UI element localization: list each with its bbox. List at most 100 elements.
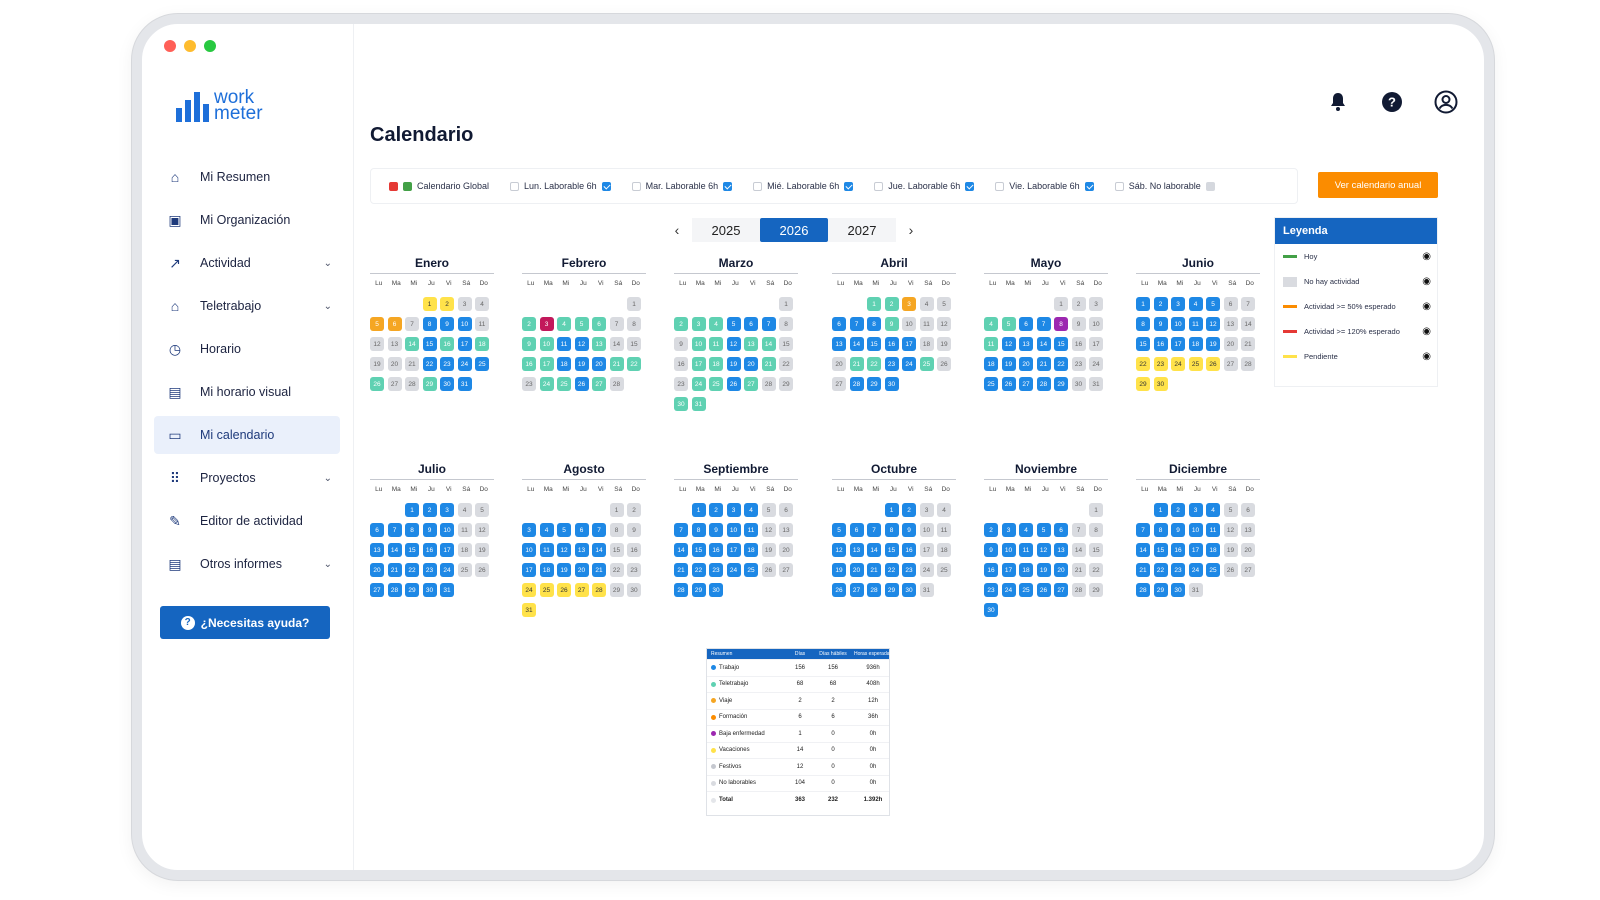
day-cell[interactable]: 14 (592, 543, 606, 557)
day-cell[interactable]: 4 (709, 317, 723, 331)
day-cell[interactable]: 14 (405, 337, 419, 351)
day-cell[interactable]: 7 (1036, 317, 1051, 331)
day-cell[interactable]: 26 (1036, 583, 1051, 597)
day-cell[interactable]: 20 (370, 563, 384, 577)
day-cell[interactable]: 31 (457, 377, 472, 391)
day-cell[interactable]: 4 (984, 317, 998, 331)
day-cell[interactable]: 1 (884, 503, 899, 517)
day-cell[interactable]: 21 (849, 357, 864, 371)
day-cell[interactable]: 14 (849, 337, 864, 351)
day-cell[interactable]: 17 (902, 337, 916, 351)
day-cell[interactable]: 26 (1206, 357, 1220, 371)
day-cell[interactable]: 22 (1054, 357, 1068, 371)
day-cell[interactable]: 7 (405, 317, 419, 331)
day-cell[interactable]: 13 (1223, 317, 1238, 331)
day-cell[interactable]: 29 (867, 377, 881, 391)
day-cell[interactable]: 11 (539, 543, 554, 557)
day-cell[interactable]: 1 (1089, 503, 1103, 517)
day-cell[interactable]: 30 (674, 397, 688, 411)
day-cell[interactable]: 23 (1153, 357, 1168, 371)
filter-item[interactable]: Sáb. No laborable (1114, 181, 1215, 191)
day-cell[interactable]: 25 (744, 563, 758, 577)
day-cell[interactable]: 21 (674, 563, 688, 577)
day-cell[interactable]: 4 (557, 317, 571, 331)
day-cell[interactable]: 7 (592, 523, 606, 537)
day-cell[interactable]: 18 (919, 337, 934, 351)
day-cell[interactable]: 17 (1171, 337, 1185, 351)
day-cell[interactable]: 18 (1188, 337, 1203, 351)
day-cell[interactable]: 3 (919, 503, 934, 517)
day-cell[interactable]: 15 (1136, 337, 1150, 351)
filter-checkbox[interactable] (631, 181, 641, 191)
day-cell[interactable]: 9 (984, 543, 998, 557)
day-cell[interactable]: 10 (1188, 523, 1203, 537)
day-cell[interactable]: 6 (849, 523, 864, 537)
sidebar-item-otros-informes[interactable]: ▤ Otros informes ⌄ (154, 545, 340, 583)
day-cell[interactable]: 29 (405, 583, 419, 597)
filter-checkbox[interactable] (1114, 181, 1124, 191)
day-cell[interactable]: 31 (1089, 377, 1103, 391)
day-cell[interactable]: 3 (457, 297, 472, 311)
day-cell[interactable]: 1 (609, 503, 624, 517)
day-cell[interactable]: 7 (1241, 297, 1255, 311)
day-cell[interactable]: 13 (574, 543, 589, 557)
day-cell[interactable]: 26 (832, 583, 846, 597)
day-cell[interactable]: 1 (779, 297, 793, 311)
checked-checkbox[interactable] (601, 181, 611, 191)
day-cell[interactable]: 29 (1054, 377, 1068, 391)
day-cell[interactable]: 26 (475, 563, 489, 577)
day-cell[interactable]: 15 (627, 337, 641, 351)
day-cell[interactable]: 6 (387, 317, 402, 331)
day-cell[interactable]: 1 (1054, 297, 1068, 311)
day-cell[interactable]: 9 (884, 317, 899, 331)
day-cell[interactable]: 1 (627, 297, 641, 311)
day-cell[interactable]: 17 (919, 543, 934, 557)
day-cell[interactable]: 13 (1054, 543, 1068, 557)
day-cell[interactable]: 7 (1071, 523, 1086, 537)
day-cell[interactable]: 9 (627, 523, 641, 537)
day-cell[interactable]: 6 (1241, 503, 1255, 517)
day-cell[interactable]: 24 (726, 563, 741, 577)
day-cell[interactable]: 14 (1241, 317, 1255, 331)
sidebar-item-mi-calendario[interactable]: ▭ Mi calendario (154, 416, 340, 454)
day-cell[interactable]: 24 (1171, 357, 1185, 371)
day-cell[interactable]: 10 (726, 523, 741, 537)
filter-item[interactable]: Lun. Laborable 6h (510, 181, 611, 191)
day-cell[interactable]: 1 (1153, 503, 1168, 517)
day-cell[interactable]: 16 (674, 357, 688, 371)
checked-checkbox[interactable] (844, 181, 854, 191)
day-cell[interactable]: 19 (1036, 563, 1051, 577)
day-cell[interactable]: 24 (539, 377, 554, 391)
day-cell[interactable]: 21 (1136, 563, 1150, 577)
day-cell[interactable]: 2 (1171, 503, 1185, 517)
day-cell[interactable]: 5 (475, 503, 489, 517)
day-cell[interactable]: 22 (691, 563, 706, 577)
day-cell[interactable]: 25 (984, 377, 998, 391)
day-cell[interactable]: 31 (1188, 583, 1203, 597)
day-cell[interactable]: 19 (557, 563, 571, 577)
day-cell[interactable]: 18 (1019, 563, 1033, 577)
day-cell[interactable]: 28 (674, 583, 688, 597)
day-cell[interactable]: 20 (1223, 337, 1238, 351)
day-cell[interactable]: 28 (1071, 583, 1086, 597)
day-cell[interactable]: 15 (1054, 337, 1068, 351)
day-cell[interactable]: 19 (475, 543, 489, 557)
day-cell[interactable]: 4 (1206, 503, 1220, 517)
day-cell[interactable]: 20 (832, 357, 846, 371)
day-cell[interactable]: 27 (1223, 357, 1238, 371)
day-cell[interactable]: 20 (1054, 563, 1068, 577)
filter-item[interactable]: Mié. Laborable 6h (753, 181, 854, 191)
day-cell[interactable]: 16 (440, 337, 454, 351)
day-cell[interactable]: 28 (592, 583, 606, 597)
day-cell[interactable]: 17 (539, 357, 554, 371)
day-cell[interactable]: 15 (691, 543, 706, 557)
day-cell[interactable]: 19 (937, 337, 951, 351)
day-cell[interactable]: 17 (440, 543, 454, 557)
day-cell[interactable]: 25 (919, 357, 934, 371)
day-cell[interactable]: 13 (779, 523, 793, 537)
day-cell[interactable]: 9 (1153, 317, 1168, 331)
eye-icon[interactable]: ◉ (1422, 326, 1431, 337)
day-cell[interactable]: 8 (609, 523, 624, 537)
day-cell[interactable]: 24 (1089, 357, 1103, 371)
day-cell[interactable]: 7 (609, 317, 624, 331)
